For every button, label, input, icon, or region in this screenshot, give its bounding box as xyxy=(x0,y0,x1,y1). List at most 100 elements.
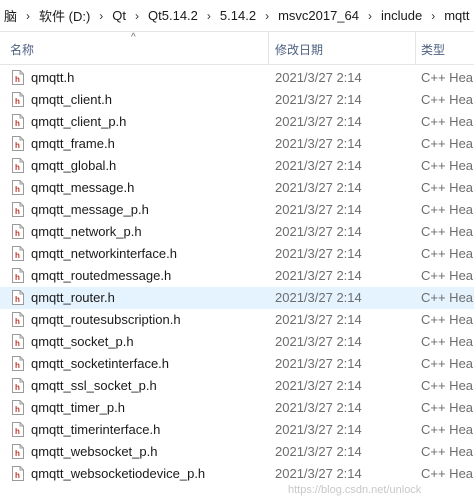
file-type: C++ Hea xyxy=(421,378,474,393)
file-row[interactable]: h qmqtt_ssl_socket_p.h 2021/3/27 2:14 C++ H… xyxy=(0,375,474,397)
breadcrumb-item[interactable]: include xyxy=(377,8,426,23)
file-row[interactable]: h qmqtt_routedmessage.h 2021/3/27 2:14 C++ … xyxy=(0,265,474,287)
svg-text:h: h xyxy=(15,361,20,370)
chevron-right-icon[interactable]: › xyxy=(21,9,35,23)
svg-text:h: h xyxy=(15,339,20,348)
column-date-header[interactable]: 修改日期 xyxy=(275,41,323,58)
header-file-icon: h xyxy=(12,92,24,107)
header-file-icon: h xyxy=(12,444,24,459)
header-file-icon: h xyxy=(12,246,24,261)
file-name: qmqtt_networkinterface.h xyxy=(31,246,177,261)
file-row[interactable]: h qmqtt_network_p.h 2021/3/27 2:14 C++ Hea xyxy=(0,221,474,243)
breadcrumb-item[interactable]: Qt xyxy=(108,8,130,23)
file-name: qmqtt_message_p.h xyxy=(31,202,149,217)
header-file-icon: h xyxy=(12,202,24,217)
chevron-right-icon[interactable]: › xyxy=(94,9,108,23)
file-type: C++ Hea xyxy=(421,92,474,107)
chevron-right-icon[interactable]: › xyxy=(363,9,377,23)
file-date: 2021/3/27 2:14 xyxy=(275,268,362,283)
file-name: qmqtt.h xyxy=(31,70,75,85)
header-file-icon: h xyxy=(12,290,24,305)
breadcrumb-item[interactable]: 软件 (D:) xyxy=(35,6,94,25)
file-name: qmqtt_websocket_p.h xyxy=(31,444,158,459)
header-file-icon: h xyxy=(12,268,24,283)
file-name: qmqtt_timer_p.h xyxy=(31,400,125,415)
file-row[interactable]: h qmqtt_router.h 2021/3/27 2:14 C++ Hea xyxy=(0,287,474,309)
breadcrumb-item[interactable]: Qt5.14.2 xyxy=(144,8,202,23)
svg-text:h: h xyxy=(15,119,20,128)
file-row[interactable]: h qmqtt_networkinterface.h 2021/3/27 2:14 C… xyxy=(0,243,474,265)
chevron-right-icon[interactable]: › xyxy=(202,9,216,23)
breadcrumb-item[interactable]: 脑 xyxy=(0,6,21,25)
svg-text:h: h xyxy=(15,185,20,194)
file-row[interactable]: h qmqtt_routesubscription.h 2021/3/27 2:14… xyxy=(0,309,474,331)
file-row[interactable]: h qmqtt_client_p.h 2021/3/27 2:14 C++ Hea xyxy=(0,111,474,133)
svg-text:h: h xyxy=(15,163,20,172)
header-file-icon: h xyxy=(12,158,24,173)
header-file-icon: h xyxy=(12,356,24,371)
file-list: h qmqtt.h 2021/3/27 2:14 C++ Hea h qmqtt_clie… xyxy=(0,67,474,485)
file-row[interactable]: h qmqtt_socketinterface.h 2021/3/27 2:14 C+… xyxy=(0,353,474,375)
file-date: 2021/3/27 2:14 xyxy=(275,224,362,239)
header-file-icon: h xyxy=(12,400,24,415)
file-name: qmqtt_ssl_socket_p.h xyxy=(31,378,157,393)
column-type-header[interactable]: 类型 xyxy=(421,41,445,58)
file-type: C++ Hea xyxy=(421,400,474,415)
svg-text:h: h xyxy=(15,471,20,480)
file-date: 2021/3/27 2:14 xyxy=(275,70,362,85)
file-type: C++ Hea xyxy=(421,466,474,481)
file-row[interactable]: h qmqtt_global.h 2021/3/27 2:14 C++ Hea xyxy=(0,155,474,177)
file-type: C++ Hea xyxy=(421,422,474,437)
file-name: qmqtt_websocketiodevice_p.h xyxy=(31,466,206,481)
file-name: qmqtt_frame.h xyxy=(31,136,115,151)
header-file-icon: h xyxy=(12,70,24,85)
file-type: C++ Hea xyxy=(421,246,474,261)
column-divider[interactable] xyxy=(268,32,269,64)
chevron-right-icon[interactable]: › xyxy=(426,9,440,23)
svg-text:h: h xyxy=(15,317,20,326)
file-date: 2021/3/27 2:14 xyxy=(275,312,362,327)
file-row[interactable]: h qmqtt_socket_p.h 2021/3/27 2:14 C++ Hea xyxy=(0,331,474,353)
file-type: C++ Hea xyxy=(421,158,474,173)
column-name-header[interactable]: 名称 xyxy=(10,41,34,58)
file-row[interactable]: h qmqtt_timerinterface.h 2021/3/27 2:14 C++… xyxy=(0,419,474,441)
file-date: 2021/3/27 2:14 xyxy=(275,290,362,305)
svg-text:h: h xyxy=(15,97,20,106)
header-file-icon: h xyxy=(12,466,24,481)
chevron-right-icon[interactable]: › xyxy=(260,9,274,23)
file-row[interactable]: h qmqtt_timer_p.h 2021/3/27 2:14 C++ Hea xyxy=(0,397,474,419)
file-row[interactable]: h qmqtt_message.h 2021/3/27 2:14 C++ Hea xyxy=(0,177,474,199)
file-type: C++ Hea xyxy=(421,444,474,459)
file-date: 2021/3/27 2:14 xyxy=(275,466,362,481)
svg-text:h: h xyxy=(15,207,20,216)
file-type: C++ Hea xyxy=(421,312,474,327)
svg-text:h: h xyxy=(15,141,20,150)
breadcrumb-item[interactable]: 5.14.2 xyxy=(216,8,260,23)
breadcrumb-item[interactable]: mqtt xyxy=(440,8,473,23)
column-divider[interactable] xyxy=(415,32,416,64)
header-file-icon: h xyxy=(12,334,24,349)
file-row[interactable]: h qmqtt_websocket_p.h 2021/3/27 2:14 C++ He… xyxy=(0,441,474,463)
file-name: qmqtt_network_p.h xyxy=(31,224,142,239)
breadcrumb-item[interactable]: msvc2017_64 xyxy=(274,8,363,23)
file-type: C++ Hea xyxy=(421,114,474,129)
file-date: 2021/3/27 2:14 xyxy=(275,202,362,217)
file-name: qmqtt_global.h xyxy=(31,158,117,173)
sort-up-icon: ^ xyxy=(131,32,136,43)
file-row[interactable]: h qmqtt_frame.h 2021/3/27 2:14 C++ Hea xyxy=(0,133,474,155)
header-file-icon: h xyxy=(12,114,24,129)
file-row[interactable]: h qmqtt.h 2021/3/27 2:14 C++ Hea xyxy=(0,67,474,89)
file-date: 2021/3/27 2:14 xyxy=(275,158,362,173)
file-name: qmqtt_client.h xyxy=(31,92,112,107)
header-file-icon: h xyxy=(12,224,24,239)
file-row[interactable]: h qmqtt_client.h 2021/3/27 2:14 C++ Hea xyxy=(0,89,474,111)
file-name: qmqtt_client_p.h xyxy=(31,114,127,129)
file-row[interactable]: h qmqtt_websocketiodevice_p.h 2021/3/27 2:… xyxy=(0,463,474,485)
column-header: ^ 名称 修改日期 类型 xyxy=(0,32,474,65)
watermark: https://blog.csdn.net/unlock xyxy=(288,484,422,496)
svg-text:h: h xyxy=(15,405,20,414)
file-row[interactable]: h qmqtt_message_p.h 2021/3/27 2:14 C++ Hea xyxy=(0,199,474,221)
svg-text:h: h xyxy=(15,75,20,84)
chevron-right-icon[interactable]: › xyxy=(130,9,144,23)
file-date: 2021/3/27 2:14 xyxy=(275,378,362,393)
